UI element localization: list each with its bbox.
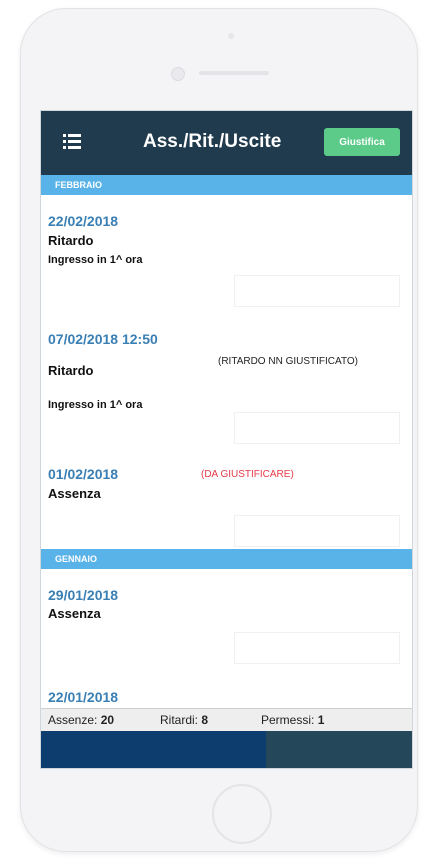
justification-field[interactable] xyxy=(234,275,400,307)
entry-detail: Ingresso in 1^ ora xyxy=(48,254,143,266)
section-header-january: GENNAIO xyxy=(41,549,412,569)
entry-note: (RITARDO NN GIUSTIFICATO) xyxy=(218,356,358,367)
app-header: Ass./Rit./Uscite Giustifica xyxy=(41,111,412,175)
entry-date: 22/02/2018 xyxy=(48,213,119,229)
absences-label: Assenze: xyxy=(48,713,98,727)
entry-date: 07/02/2018 12:50 xyxy=(48,331,158,347)
list-item[interactable]: 29/01/2018 Assenza xyxy=(41,569,412,680)
list-item[interactable]: 22/02/2018 Ritardo Ingresso in 1^ ora xyxy=(41,195,412,313)
entry-type: Assenza xyxy=(48,486,101,501)
justification-field[interactable] xyxy=(234,632,400,664)
sensor-dot xyxy=(228,33,234,39)
entry-type: Ritardo xyxy=(48,233,94,248)
bottom-bar-left[interactable] xyxy=(41,731,266,768)
front-camera xyxy=(171,67,185,81)
delays-count: 8 xyxy=(201,713,209,727)
summary-footer: Assenze: 20 Ritardi: 8 Permessi: 1 xyxy=(41,708,412,731)
home-button[interactable] xyxy=(212,784,272,844)
page-title: Ass./Rit./Uscite xyxy=(143,131,282,152)
permits-count: 1 xyxy=(317,713,325,727)
justify-button[interactable]: Giustifica xyxy=(324,128,400,156)
delays-label: Ritardi: xyxy=(160,713,199,727)
list-item[interactable]: 07/02/2018 12:50 Ritardo (RITARDO NN GIU… xyxy=(41,312,412,452)
bottom-bar xyxy=(41,731,412,768)
entry-type: Assenza xyxy=(48,606,101,621)
absences-summary: Assenze: 20 xyxy=(48,709,114,731)
permits-summary: Permessi: 1 xyxy=(261,709,324,731)
entry-warning: (DA GIUSTIFICARE) xyxy=(201,469,294,480)
app-screen: Ass./Rit./Uscite Giustifica FEBBRAIO 22/… xyxy=(40,110,413,769)
bottom-bar-right[interactable] xyxy=(266,731,412,768)
hamburger-menu-icon[interactable] xyxy=(63,133,81,151)
list-item[interactable]: 01/02/2018 (DA GIUSTIFICARE) Assenza xyxy=(41,451,412,550)
earpiece-speaker xyxy=(199,71,269,75)
justification-field[interactable] xyxy=(234,412,400,444)
entry-date: 01/02/2018 xyxy=(48,466,119,482)
entry-date: 29/01/2018 xyxy=(48,587,119,603)
justification-field[interactable] xyxy=(234,515,400,547)
absences-count: 20 xyxy=(100,713,115,727)
entry-date: 22/01/2018 xyxy=(48,689,119,705)
entry-type: Ritardo xyxy=(48,363,94,378)
permits-label: Permessi: xyxy=(261,713,315,727)
delays-summary: Ritardi: 8 xyxy=(160,709,208,731)
entry-detail: Ingresso in 1^ ora xyxy=(48,399,143,411)
list-item[interactable]: 22/01/2018 xyxy=(41,679,412,709)
section-header-february: FEBBRAIO xyxy=(41,175,412,195)
